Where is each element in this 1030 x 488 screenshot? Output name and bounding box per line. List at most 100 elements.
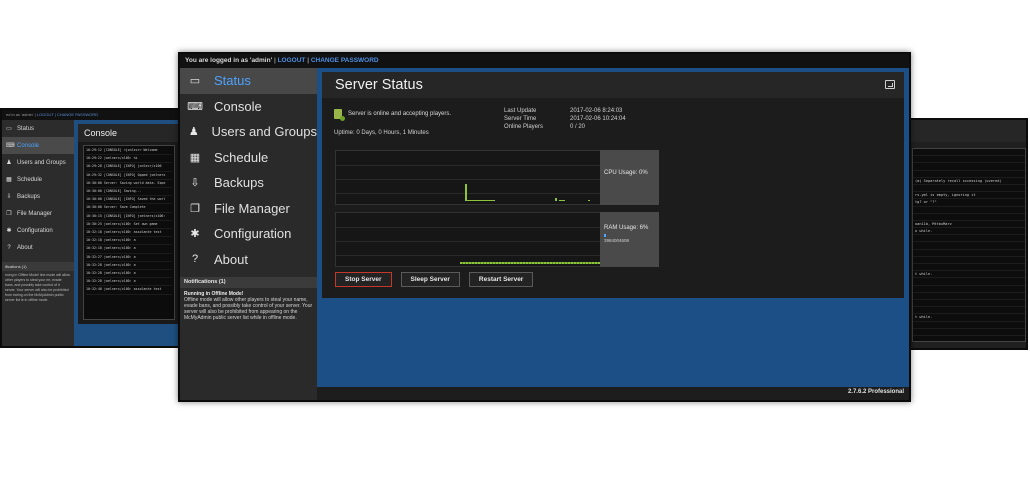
console-line: o while.: [913, 228, 1025, 236]
cpu-spike: [465, 184, 467, 201]
console-line: 10:32:40 joelnerx/x100: assolante test: [86, 286, 172, 295]
sidebar-item-console[interactable]: ⌨ Console: [180, 94, 317, 120]
calendar-icon: ▦: [6, 177, 12, 183]
terminal-icon: ⌨: [6, 143, 15, 149]
left-sidebar-item-file-manager[interactable]: ❐ File Manager: [2, 205, 74, 222]
graph-gridline: [336, 179, 611, 180]
left-window-main: Console 10:29:12 [CONSOLE] <jonlecr> Wel…: [74, 120, 184, 346]
graph-gridline: [336, 165, 611, 166]
console-line: 10:30:00 Server: Save Complete: [86, 204, 172, 213]
sidebar-item-users-and-groups[interactable]: ♟ Users and Groups: [180, 119, 317, 145]
left-window-panel-title: Console: [78, 124, 180, 142]
console-line: 10:32:28 joelnerx/x100: a: [86, 278, 172, 287]
file-manager-icon: ❐: [190, 202, 200, 215]
console-line: 10:29:12 [CONSOLE] <jonlecr> Welcome: [86, 147, 172, 156]
console-line: 10:29:22 joelnerx/x100: hi: [86, 155, 172, 164]
console-line: [913, 286, 1025, 293]
console-line: 10:29:28 [CONSOLE] [INFO] jonlecr/x100: [86, 163, 172, 172]
content: Server Status Server is online and accep…: [322, 72, 904, 385]
graph-gridline: [336, 193, 611, 194]
server-online-icon: [334, 109, 345, 121]
console-line: [913, 149, 1025, 157]
console-line: [913, 257, 1025, 264]
left-sidebar-item-label: File Manager: [17, 210, 53, 217]
help-icon: ?: [7, 244, 11, 251]
console-line: 10:32:28 joelnerx/x100: a: [86, 262, 172, 271]
left-sidebar-item-schedule[interactable]: ▦ Schedule: [2, 171, 74, 188]
left-window-console-panel: Console 10:29:12 [CONSOLE] <jonlecr> Wel…: [78, 124, 180, 324]
help-icon: ?: [191, 253, 199, 266]
left-window-console-output[interactable]: 10:29:12 [CONSOLE] <jonlecr> Welcome 10:2…: [83, 145, 175, 320]
sleep-server-button[interactable]: Sleep Server: [400, 272, 460, 287]
console-line: t while.: [913, 271, 1025, 279]
sidebar-item-schedule[interactable]: ▦ Schedule: [180, 145, 317, 171]
left-sidebar-item-users-and-groups[interactable]: ♟ Users and Groups: [2, 154, 74, 171]
minimize-panel-icon[interactable]: [885, 80, 895, 89]
sidebar-item-file-manager[interactable]: ❐ File Manager: [180, 196, 317, 222]
server-status-row: Server is online and accepting players.: [334, 109, 452, 121]
main-window: You are logged in as 'admin' | LOGOUT | …: [178, 52, 911, 402]
cpu-spike: [555, 198, 557, 201]
users-icon: ♟: [6, 160, 12, 166]
right-window-console-output[interactable]: (m) Separately recall sccessing (overed)…: [912, 148, 1026, 342]
terminal-icon: ⌨: [187, 100, 203, 113]
console-line: 10:32:18 joelnerx/x100: a: [86, 237, 172, 246]
ram-usage-box: RAM Usage: 6% 3984004608: [600, 212, 659, 267]
cpu-usage-label: CPU Usage: 0%: [600, 150, 659, 205]
left-sidebar-item-about[interactable]: ? About: [2, 239, 74, 256]
left-sidebar-item-configuration[interactable]: ✱ Configuration: [2, 222, 74, 239]
cpu-usage-graph: [335, 150, 612, 205]
console-line: 10:30:00 [CONSOLE] [INFO] Saved the worl: [86, 196, 172, 205]
console-line: tg? or "?": [913, 199, 1025, 207]
ram-usage-graph: [335, 212, 612, 267]
notification-text: Offline mode will allow other players to…: [184, 297, 313, 322]
topbar-separator: |: [307, 57, 310, 64]
server-status-text: Server is online and accepting players.: [348, 111, 452, 117]
background-window-console: ed in as 'admin' | LOGOUT | CHANGE PASSW…: [0, 108, 186, 348]
left-sidebar-item-label: Users and Groups: [17, 159, 66, 166]
restart-server-button[interactable]: Restart Server: [468, 272, 534, 287]
left-window-sidebar: ▭ Status ⌨ Console ♟ Users and Groups ▦ Schedul…: [2, 120, 74, 346]
version-label: 2.7.6.2 Professional: [847, 389, 904, 395]
left-window-topbar-links[interactable]: LOGOUT | CHANGE PASSWORD: [37, 112, 98, 117]
left-sidebar-item-status[interactable]: ▭ Status: [2, 120, 74, 137]
left-sidebar-item-console[interactable]: ⌨ Console: [2, 137, 74, 154]
ram-usage-label: RAM Usage: 6%: [604, 225, 649, 231]
console-line: [913, 235, 1025, 243]
left-notification-text: nning in Offline Mode! line mode will al…: [5, 273, 70, 302]
logout-link[interactable]: LOGOUT: [278, 57, 306, 64]
console-line: [913, 156, 1025, 164]
left-sidebar-item-label: Status: [17, 125, 35, 132]
gear-icon: ✱: [190, 228, 200, 241]
console-line: [913, 307, 1025, 315]
left-window-topbar: ed in as 'admin' | LOGOUT | CHANGE PASSW…: [2, 110, 184, 120]
stop-server-button[interactable]: Stop Server: [335, 272, 392, 287]
sidebar-item-configuration[interactable]: ✱ Configuration: [180, 221, 317, 247]
backup-icon: ⇩: [6, 194, 12, 200]
notifications-header[interactable]: Notifications (1): [180, 277, 317, 288]
console-line: [913, 163, 1025, 171]
console-line: 10:30:25 joelnerx/x100: Set own game: [86, 221, 172, 230]
sidebar-item-about[interactable]: ? About: [180, 247, 317, 273]
console-line: 10:32:28 joelnerx/x100: a: [86, 270, 172, 279]
left-sidebar-item-label: Configuration: [17, 227, 53, 234]
sidebar-item-label: Configuration: [214, 226, 292, 242]
console-line: 10:30:00 [CONSOLE] Saving...: [86, 188, 172, 197]
sidebar-item-label: Schedule: [214, 149, 269, 165]
sidebar-item-backups[interactable]: ⇩ Backups: [180, 170, 317, 196]
background-window-right: (m) Separately recall sccessing (overed)…: [906, 118, 1028, 350]
console-line: oan11b, MttbxMarv: [913, 221, 1025, 229]
server-info-grid: Last Update 2017-02-06 8:24:03 Server Ti…: [504, 108, 670, 130]
change-password-link[interactable]: CHANGE PASSWORD: [311, 57, 379, 64]
sidebar-item-status[interactable]: ▭ Status: [180, 68, 317, 94]
console-line: (m) Separately recall sccessing (overed): [913, 178, 1025, 185]
left-notifications-header[interactable]: ifications (1): [2, 262, 74, 271]
left-sidebar-item-backups[interactable]: ⇩ Backups: [2, 188, 74, 205]
top-bar: You are logged in as 'admin' | LOGOUT | …: [180, 54, 909, 68]
left-sidebar-item-label: Backups: [17, 193, 41, 200]
console-line: [913, 207, 1025, 214]
console-line: [913, 264, 1025, 272]
monitor-icon: ▭: [6, 126, 12, 132]
page-title: Server Status: [335, 77, 423, 93]
cpu-baseline: [588, 200, 590, 201]
